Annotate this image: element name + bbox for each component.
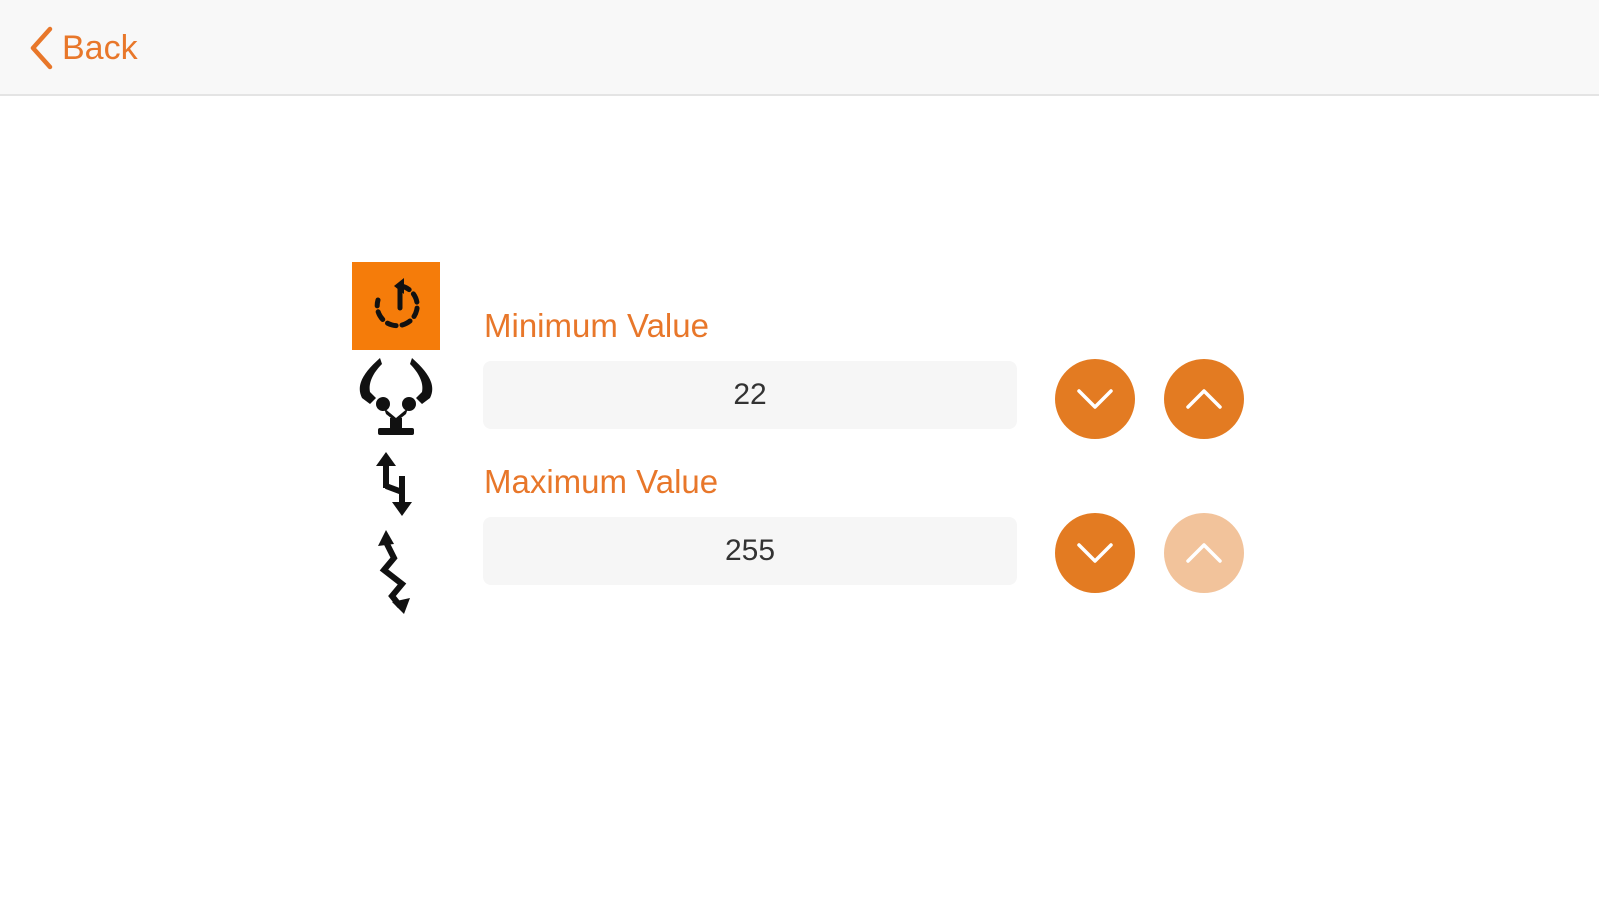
back-label: Back: [62, 28, 138, 67]
minimum-value-input[interactable]: [483, 361, 1017, 429]
mode-gripper[interactable]: [352, 350, 440, 442]
mode-lift[interactable]: [352, 442, 440, 526]
navigation-bar: Back: [0, 0, 1599, 96]
maximum-value-input[interactable]: [483, 517, 1017, 585]
minimum-increase-button[interactable]: [1164, 359, 1244, 439]
maximum-increase-button: [1164, 513, 1244, 593]
minimum-value-label: Minimum Value: [484, 307, 709, 344]
chevron-up-icon: [1186, 389, 1222, 409]
up-down-arrows-icon: [376, 452, 412, 516]
mode-shake[interactable]: [352, 526, 440, 618]
back-button[interactable]: Back: [28, 22, 138, 74]
gripper-icon: [359, 358, 433, 435]
rotate-icon: [374, 278, 420, 329]
chevron-down-icon: [1077, 389, 1113, 409]
chevron-up-icon: [1186, 543, 1222, 563]
zigzag-arrows-icon: [378, 530, 410, 614]
maximum-decrease-button[interactable]: [1055, 513, 1135, 593]
chevron-down-icon: [1077, 543, 1113, 563]
mode-rotate[interactable]: [352, 262, 440, 350]
chevron-left-icon: [30, 26, 53, 70]
maximum-value-label: Maximum Value: [484, 463, 719, 500]
mode-list: [352, 262, 440, 618]
minimum-decrease-button[interactable]: [1055, 359, 1135, 439]
